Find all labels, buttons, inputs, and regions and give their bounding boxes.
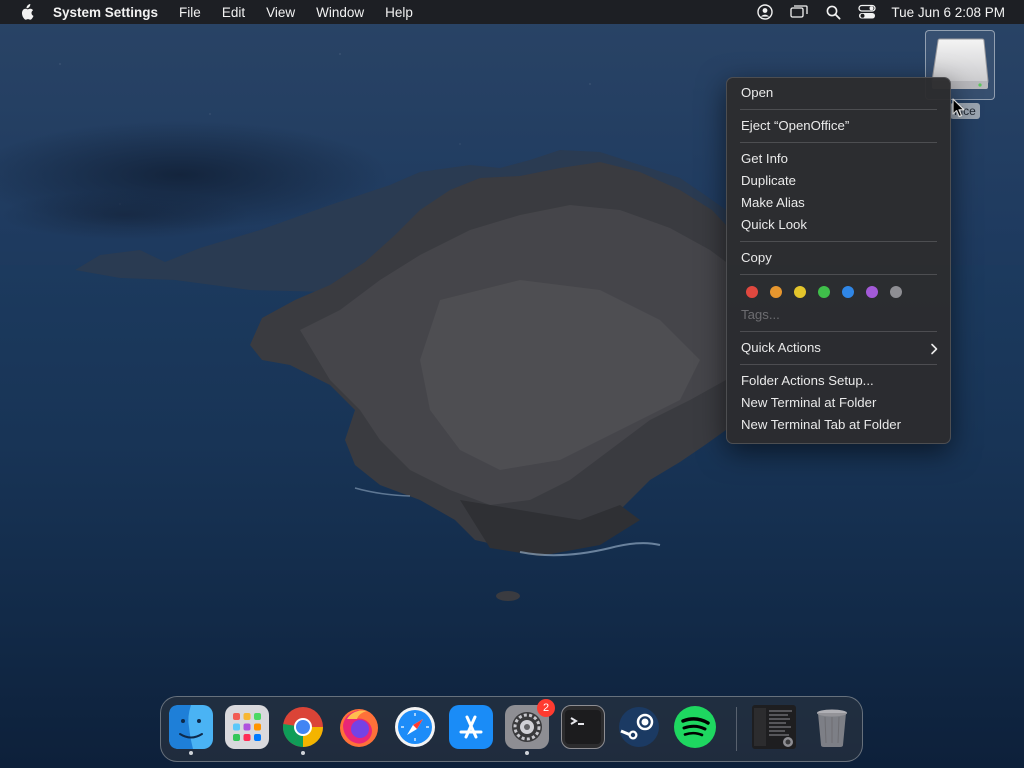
- menu-file[interactable]: File: [179, 5, 201, 20]
- terminal-dock-icon[interactable]: [561, 705, 605, 749]
- safari-dock-icon[interactable]: [393, 705, 437, 749]
- menu-item-quick-look[interactable]: Quick Look: [727, 214, 950, 236]
- spotify-dock-icon[interactable]: [673, 705, 717, 749]
- menu-item-duplicate[interactable]: Duplicate: [727, 170, 950, 192]
- running-indicator: [301, 751, 305, 755]
- menu-item-open[interactable]: Open: [727, 82, 950, 104]
- dock: 2: [160, 696, 863, 762]
- finder-dock-icon[interactable]: [169, 705, 213, 755]
- tag-yellow[interactable]: [794, 286, 806, 298]
- tag-blue[interactable]: [842, 286, 854, 298]
- chevron-right-icon: [930, 337, 938, 359]
- mouse-pointer-icon: [952, 98, 965, 118]
- steam-dock-icon[interactable]: [617, 705, 661, 749]
- menu-separator: [740, 364, 937, 365]
- tag-colors-row: [727, 280, 950, 304]
- menu-item-quick-actions[interactable]: Quick Actions: [727, 337, 950, 359]
- launchpad-dock-icon[interactable]: [225, 705, 269, 749]
- notification-badge: 2: [537, 699, 555, 717]
- tag-red[interactable]: [746, 286, 758, 298]
- user-account-icon[interactable]: [755, 0, 775, 24]
- menu-item-eject[interactable]: Eject “OpenOffice”: [727, 115, 950, 137]
- firefox-dock-icon[interactable]: [337, 705, 381, 749]
- spotlight-search-icon[interactable]: [823, 0, 843, 24]
- menu-help[interactable]: Help: [385, 5, 413, 20]
- tag-purple[interactable]: [866, 286, 878, 298]
- minimized-window-thumbnail[interactable]: [752, 705, 796, 749]
- running-indicator: [189, 751, 193, 755]
- running-indicator: [525, 751, 529, 755]
- apple-menu-icon[interactable]: [17, 3, 35, 21]
- dock-separator: [736, 707, 737, 751]
- menu-item-make-alias[interactable]: Make Alias: [727, 192, 950, 214]
- menu-item-tags[interactable]: Tags...: [727, 304, 950, 326]
- menu-separator: [740, 274, 937, 275]
- context-menu: Open Eject “OpenOffice” Get Info Duplica…: [726, 77, 951, 444]
- menu-view[interactable]: View: [266, 5, 295, 20]
- menu-item-copy[interactable]: Copy: [727, 247, 950, 269]
- menu-item-folder-actions-setup[interactable]: Folder Actions Setup...: [727, 370, 950, 392]
- menu-edit[interactable]: Edit: [222, 5, 245, 20]
- tag-gray[interactable]: [890, 286, 902, 298]
- system-settings-dock-icon[interactable]: 2: [505, 699, 555, 755]
- app-store-dock-icon[interactable]: [449, 705, 493, 749]
- menu-bar-clock[interactable]: Tue Jun 6 2:08 PM: [891, 5, 1005, 20]
- quick-actions-label: Quick Actions: [741, 340, 821, 355]
- menu-app-name[interactable]: System Settings: [53, 5, 158, 20]
- control-center-icon[interactable]: [857, 0, 877, 24]
- tag-green[interactable]: [818, 286, 830, 298]
- menu-window[interactable]: Window: [316, 5, 364, 20]
- menu-item-get-info[interactable]: Get Info: [727, 148, 950, 170]
- menu-separator: [740, 142, 937, 143]
- menu-bar: System Settings File Edit View Window He…: [0, 0, 1024, 24]
- menu-separator: [740, 331, 937, 332]
- menu-item-new-terminal-at-folder[interactable]: New Terminal at Folder: [727, 392, 950, 414]
- tag-orange[interactable]: [770, 286, 782, 298]
- menu-bar-status-area: Tue Jun 6 2:08 PM: [741, 0, 1024, 24]
- screen-mirroring-icon[interactable]: [789, 0, 809, 24]
- trash-dock-icon[interactable]: [810, 705, 854, 749]
- menu-separator: [740, 241, 937, 242]
- chrome-dock-icon[interactable]: [281, 705, 325, 755]
- menu-item-new-terminal-tab-at-folder[interactable]: New Terminal Tab at Folder: [727, 414, 950, 436]
- menu-separator: [740, 109, 937, 110]
